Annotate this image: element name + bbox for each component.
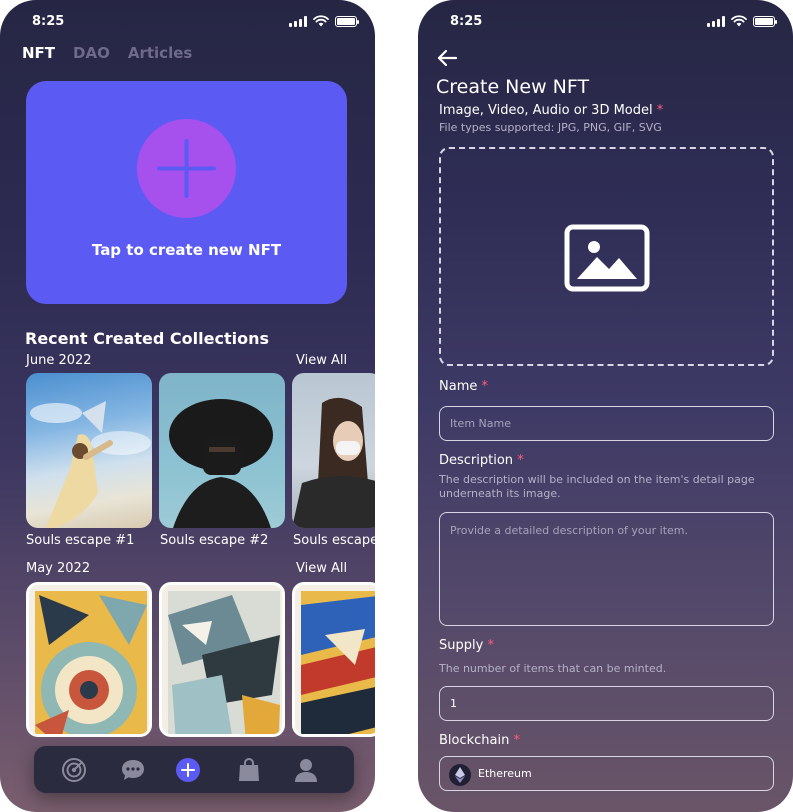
- thumbnail-art: [35, 591, 147, 734]
- collection-thumbnail[interactable]: [159, 582, 285, 737]
- home-screen: 8:25 NFT DAO Articles Tap to create new …: [0, 0, 375, 812]
- group-month-june: June 2022: [26, 353, 92, 368]
- plus-icon: [157, 139, 216, 198]
- group-month-may: May 2022: [26, 561, 91, 576]
- back-arrow-icon[interactable]: [436, 48, 458, 68]
- status-time: 8:25: [32, 14, 65, 29]
- wifi-icon: [731, 15, 747, 27]
- media-hint: File types supported: JPG, PNG, GIF, SVG: [439, 121, 662, 134]
- name-label: Name *: [439, 379, 488, 394]
- collection-title: Souls escape #1: [26, 533, 135, 548]
- ethereum-icon: [449, 764, 471, 786]
- blockchain-label-text: Blockchain: [439, 733, 510, 748]
- supply-label: Supply *: [439, 638, 494, 653]
- blockchain-label: Blockchain *: [439, 733, 520, 748]
- supply-input[interactable]: 1: [439, 686, 774, 721]
- wifi-icon: [313, 15, 329, 27]
- blockchain-select[interactable]: Ethereum: [439, 756, 774, 791]
- radar-icon[interactable]: [61, 757, 87, 783]
- tab-nft[interactable]: NFT: [22, 44, 55, 62]
- collection-thumbnail[interactable]: [159, 373, 285, 528]
- thumbnail-art: [169, 399, 273, 528]
- thumbnail-art: [301, 591, 375, 734]
- collection-thumbnail[interactable]: [292, 582, 375, 737]
- media-label: Image, Video, Audio or 3D Model *: [439, 103, 663, 118]
- collection-title: Souls escape #2: [160, 533, 269, 548]
- thumbnail-art: [292, 397, 375, 528]
- required-mark: *: [481, 379, 489, 394]
- description-placeholder: Provide a detailed description of your i…: [450, 524, 688, 537]
- required-mark: *: [517, 453, 524, 468]
- required-mark: *: [487, 638, 494, 653]
- chat-icon[interactable]: [120, 757, 146, 783]
- thumbnail-art: [168, 591, 280, 734]
- cellular-signal-icon: [707, 15, 725, 27]
- collection-thumbnail[interactable]: [26, 373, 152, 528]
- create-nft-screen: 8:25 Create New NFT Image, Video, Audio …: [418, 0, 793, 812]
- tab-articles[interactable]: Articles: [128, 44, 192, 62]
- status-bar: 8:25: [0, 0, 375, 44]
- description-label: Description *: [439, 453, 524, 468]
- required-mark: *: [656, 103, 664, 118]
- image-placeholder-icon: [564, 224, 650, 292]
- required-mark: *: [513, 733, 521, 748]
- profile-icon[interactable]: [293, 757, 319, 783]
- description-textarea[interactable]: Provide a detailed description of your i…: [439, 512, 774, 626]
- media-label-text: Image, Video, Audio or 3D Model: [439, 103, 653, 118]
- battery-icon: [753, 15, 777, 27]
- create-nft-card[interactable]: Tap to create new NFT: [26, 81, 347, 304]
- status-bar: 8:25: [418, 0, 793, 44]
- thumbnail-art: [30, 401, 151, 528]
- status-time: 8:25: [450, 14, 483, 29]
- name-label-text: Name: [439, 379, 478, 394]
- collection-thumbnail[interactable]: [26, 582, 152, 737]
- add-nft-tab-icon[interactable]: [175, 757, 201, 783]
- view-all-link-june[interactable]: View All: [296, 353, 347, 368]
- blockchain-value: Ethereum: [478, 767, 532, 780]
- name-placeholder: Item Name: [450, 417, 511, 430]
- section-title: Recent Created Collections: [25, 329, 269, 348]
- shopping-bag-icon[interactable]: [236, 757, 262, 783]
- create-nft-label: Tap to create new NFT: [91, 241, 282, 259]
- collection-thumbnail[interactable]: [292, 373, 375, 528]
- supply-value: 1: [450, 697, 457, 710]
- description-hint: The description will be included on the …: [439, 473, 755, 500]
- top-tabs: NFT DAO Articles: [22, 44, 192, 62]
- battery-icon: [335, 15, 359, 27]
- collection-title: Souls escape #3: [293, 533, 375, 548]
- bottom-tab-bar: [34, 746, 354, 793]
- page-title: Create New NFT: [436, 76, 590, 98]
- supply-hint: The number of items that can be minted.: [439, 662, 667, 675]
- media-upload-dropzone[interactable]: [439, 147, 774, 366]
- view-all-link-may[interactable]: View All: [296, 561, 347, 576]
- tab-dao[interactable]: DAO: [73, 44, 110, 62]
- supply-label-text: Supply: [439, 638, 484, 653]
- cellular-signal-icon: [289, 15, 307, 27]
- create-nft-button[interactable]: [137, 119, 236, 218]
- description-label-text: Description: [439, 453, 514, 468]
- name-input[interactable]: Item Name: [439, 406, 774, 441]
